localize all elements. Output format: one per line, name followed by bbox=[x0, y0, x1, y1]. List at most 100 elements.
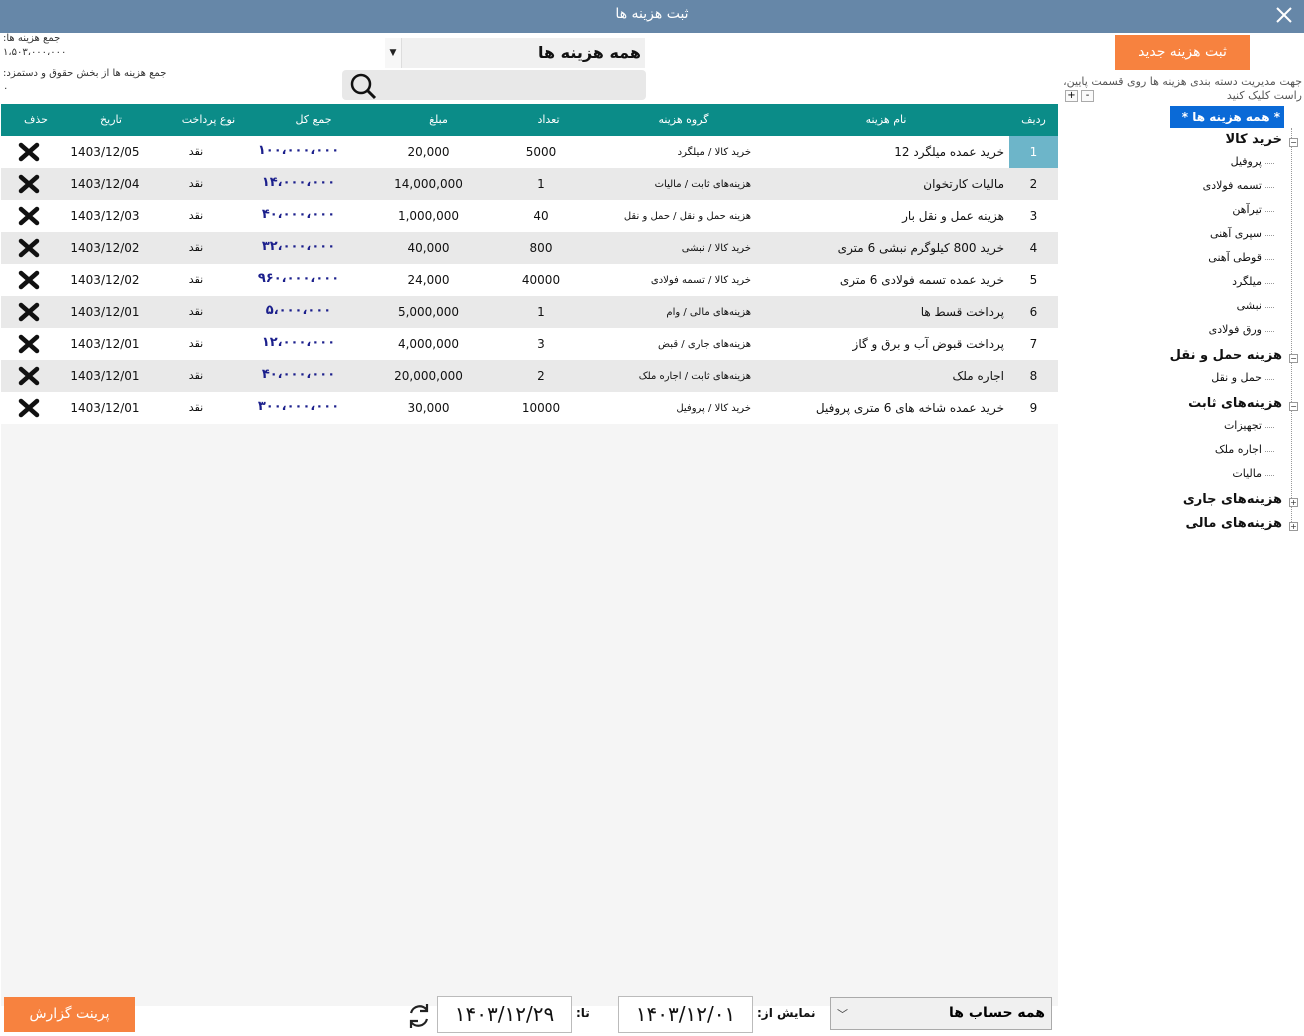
tree-root-all-expenses[interactable]: * همه هزینه ها * bbox=[1170, 106, 1284, 128]
tree-node-transport[interactable]: هزینه حمل و نقل bbox=[1170, 348, 1282, 363]
header-qty[interactable]: تعداد bbox=[501, 113, 596, 126]
delete-icon[interactable] bbox=[15, 302, 43, 322]
collapse-all-button[interactable]: - bbox=[1081, 90, 1094, 102]
cell-qty: 10000 bbox=[521, 401, 561, 415]
chevron-down-icon[interactable]: ▼ bbox=[385, 38, 402, 68]
tree-leaf[interactable]: قوطی آهنی bbox=[1208, 251, 1274, 264]
search-box bbox=[342, 70, 646, 100]
close-icon[interactable] bbox=[1272, 3, 1296, 27]
cell-group: خرید کالا / میلگرد bbox=[677, 147, 751, 158]
tree-leaf[interactable]: پروفیل bbox=[1231, 155, 1275, 168]
cell-payment-type: نقد bbox=[188, 241, 204, 254]
cell-payment-type: نقد bbox=[188, 177, 204, 190]
cell-amount: 20,000 bbox=[407, 145, 450, 159]
header-delete[interactable]: حذف bbox=[11, 113, 61, 126]
delete-icon[interactable] bbox=[15, 238, 43, 258]
header-total[interactable]: جمع کل bbox=[256, 113, 371, 126]
search-input[interactable] bbox=[384, 70, 644, 100]
cell-amount: 24,000 bbox=[407, 273, 450, 287]
tree-leaf[interactable]: مالیات bbox=[1232, 467, 1274, 480]
print-report-button[interactable]: پرینت گزارش bbox=[4, 997, 135, 1032]
cell-total: ۱۲،۰۰۰،۰۰۰ bbox=[261, 335, 336, 350]
cell-amount: 5,000,000 bbox=[397, 305, 460, 319]
expand-icon[interactable]: + bbox=[1289, 498, 1298, 507]
collapse-icon[interactable]: − bbox=[1289, 402, 1298, 411]
total-expenses-label: جمع هزینه ها: bbox=[3, 33, 61, 44]
delete-icon[interactable] bbox=[15, 270, 43, 290]
cell-idx: 4 bbox=[1029, 241, 1038, 255]
account-select[interactable]: ﹀ همه حساب ها bbox=[830, 997, 1052, 1030]
tree-leaf[interactable]: ورق فولادی bbox=[1209, 323, 1275, 336]
delete-icon[interactable] bbox=[15, 366, 43, 386]
expand-all-button[interactable]: + bbox=[1065, 90, 1078, 102]
table-row[interactable]: 4 خرید 800 کیلوگرم نبشی 6 متری خرید کالا… bbox=[1, 232, 1058, 264]
collapse-icon[interactable]: − bbox=[1289, 138, 1298, 147]
tree-leaf[interactable]: تجهیزات bbox=[1224, 419, 1275, 432]
table-row[interactable]: 6 پرداخت قسط ها هزینه‌های مالی / وام 1 5… bbox=[1, 296, 1058, 328]
cell-date: 1403/12/02 bbox=[70, 273, 140, 287]
title-bar: ثبت هزینه ها bbox=[0, 0, 1304, 33]
cell-date: 1403/12/01 bbox=[70, 369, 140, 383]
delete-icon[interactable] bbox=[15, 334, 43, 354]
cell-qty: 800 bbox=[529, 241, 553, 255]
cell-group: هزینه حمل و نقل / حمل و نقل bbox=[623, 211, 751, 222]
category-filter-select[interactable]: ▼ همه هزینه ها bbox=[385, 38, 645, 68]
header-amount[interactable]: مبلغ bbox=[376, 113, 501, 126]
cell-qty: 5000 bbox=[525, 145, 557, 159]
category-panel: ثبت هزینه جدید جهت مدیریت دسته بندی هزین… bbox=[1058, 33, 1304, 1036]
tree-leaf[interactable]: میلگرد bbox=[1232, 275, 1274, 288]
expand-icon[interactable]: + bbox=[1289, 522, 1298, 531]
from-date-field[interactable]: ۱۴۰۳/۱۲/۰۱ bbox=[618, 996, 753, 1033]
header-payment-type[interactable]: نوع پرداخت bbox=[161, 113, 256, 126]
tree-leaf[interactable]: سپری آهنی bbox=[1210, 227, 1275, 240]
table-row[interactable]: 7 پرداخت قبوض آب و برق و گاز هزینه‌های ج… bbox=[1, 328, 1058, 360]
delete-icon[interactable] bbox=[15, 174, 43, 194]
table-row[interactable]: 9 خرید عمده شاخه های 6 متری پروفیل خرید … bbox=[1, 392, 1058, 424]
tree-leaf[interactable]: تیرآهن bbox=[1232, 203, 1274, 216]
tree-node-goods[interactable]: خرید کالا bbox=[1226, 132, 1283, 147]
table-row[interactable]: 8 اجاره ملک هزینه‌های ثابت / اجاره ملک 2… bbox=[1, 360, 1058, 392]
cell-amount: 1,000,000 bbox=[397, 209, 460, 223]
tree-node-financial[interactable]: هزینه‌های مالی bbox=[1186, 516, 1282, 531]
cell-group: هزینه‌های مالی / وام bbox=[666, 307, 751, 318]
header-group[interactable]: گروه هزینه bbox=[601, 113, 766, 126]
table-row[interactable]: 2 مالیات کارتخوان هزینه‌های ثابت / مالیا… bbox=[1, 168, 1058, 200]
to-date-field[interactable]: ۱۴۰۳/۱۲/۲۹ bbox=[437, 996, 572, 1033]
table-row[interactable]: 1 خرید عمده میلگرد 12 خرید کالا / میلگرد… bbox=[1, 136, 1058, 168]
chevron-down-icon[interactable]: ﹀ bbox=[837, 1006, 848, 1022]
cell-qty: 1 bbox=[537, 177, 545, 191]
cell-total: ۱۰۰،۰۰۰،۰۰۰ bbox=[257, 143, 340, 158]
search-icon[interactable] bbox=[348, 72, 378, 100]
cell-name: اجاره ملک bbox=[952, 369, 1004, 383]
delete-icon[interactable] bbox=[15, 206, 43, 226]
tree-leaf[interactable]: حمل و نقل bbox=[1211, 371, 1274, 384]
collapse-icon[interactable]: − bbox=[1289, 354, 1298, 363]
delete-icon[interactable] bbox=[15, 398, 43, 418]
refresh-icon[interactable] bbox=[405, 1002, 433, 1030]
header-date[interactable]: تاریخ bbox=[61, 113, 161, 126]
cell-idx: 2 bbox=[1029, 177, 1038, 191]
cell-total: ۹۶۰،۰۰۰،۰۰۰ bbox=[257, 271, 340, 286]
tree-leaf[interactable]: اجاره ملک bbox=[1215, 443, 1275, 456]
header-idx[interactable]: ردیف bbox=[1009, 113, 1058, 126]
cell-payment-type: نقد bbox=[188, 209, 204, 222]
app-window: ثبت هزینه ها جمع هزینه ها: ۱،۵۰۳،۰۰۰،۰۰۰… bbox=[0, 0, 1304, 1036]
header-name[interactable]: نام هزینه bbox=[781, 113, 991, 126]
tree-node-current[interactable]: هزینه‌های جاری bbox=[1183, 492, 1282, 507]
table-row[interactable]: 5 خرید عمده تسمه فولادی 6 متری خرید کالا… bbox=[1, 264, 1058, 296]
cell-name: خرید 800 کیلوگرم نبشی 6 متری bbox=[837, 241, 1004, 255]
cell-name: هزینه عمل و نقل بار bbox=[902, 209, 1004, 223]
tree-leaf[interactable]: تسمه فولادی bbox=[1203, 179, 1275, 192]
cell-group: خرید کالا / نبشی bbox=[681, 243, 751, 254]
cell-total: ۳۰۰،۰۰۰،۰۰۰ bbox=[257, 399, 340, 414]
cell-payment-type: نقد bbox=[188, 401, 204, 414]
cell-date: 1403/12/03 bbox=[70, 209, 140, 223]
delete-icon[interactable] bbox=[15, 142, 43, 162]
tree-leaf[interactable]: نبشی bbox=[1237, 299, 1275, 312]
cell-idx: 8 bbox=[1029, 369, 1038, 383]
table-row[interactable]: 3 هزینه عمل و نقل بار هزینه حمل و نقل / … bbox=[1, 200, 1058, 232]
tree-node-fixed[interactable]: هزینه‌های ثابت bbox=[1188, 396, 1282, 411]
cell-qty: 1 bbox=[537, 305, 545, 319]
cell-date: 1403/12/01 bbox=[70, 401, 140, 415]
new-expense-button[interactable]: ثبت هزینه جدید bbox=[1115, 35, 1250, 70]
